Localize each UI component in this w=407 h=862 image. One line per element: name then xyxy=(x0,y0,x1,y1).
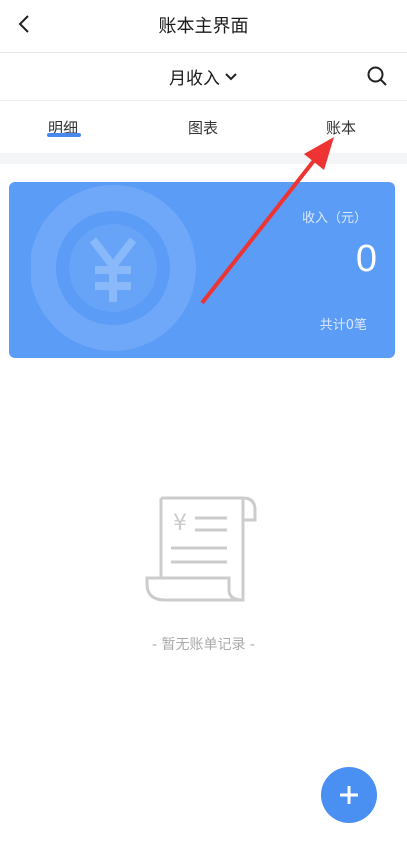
plus-icon xyxy=(340,786,358,804)
filter-label: 月收入 xyxy=(169,69,220,89)
income-caption: 收入（元） xyxy=(301,211,367,226)
income-type-dropdown[interactable]: 月收入 xyxy=(0,64,407,89)
filter-bar: 月收入 xyxy=(0,53,407,101)
page-title: 账本主界面 xyxy=(158,16,249,37)
section-divider xyxy=(0,153,407,164)
yuan-icon xyxy=(31,185,196,351)
record-count: 共计0笔 xyxy=(319,318,367,333)
tab-bar: 明细 图表 账本 xyxy=(0,101,407,153)
tab-chart[interactable]: 图表 xyxy=(188,117,218,138)
receipt-icon: ¥ xyxy=(145,496,257,602)
navigation-bar: 账本主界面 xyxy=(0,0,407,53)
empty-state-message: - 暂无账单记录 - xyxy=(151,637,255,653)
tab-ledger[interactable]: 账本 xyxy=(326,117,356,138)
svg-text:¥: ¥ xyxy=(173,511,187,536)
search-icon[interactable] xyxy=(365,64,389,88)
add-record-button[interactable] xyxy=(321,767,377,823)
chevron-down-icon xyxy=(225,72,237,80)
income-amount: 0 xyxy=(355,238,377,280)
active-tab-indicator xyxy=(47,133,81,137)
income-summary-card: 收入（元） 0 共计0笔 xyxy=(9,182,395,358)
